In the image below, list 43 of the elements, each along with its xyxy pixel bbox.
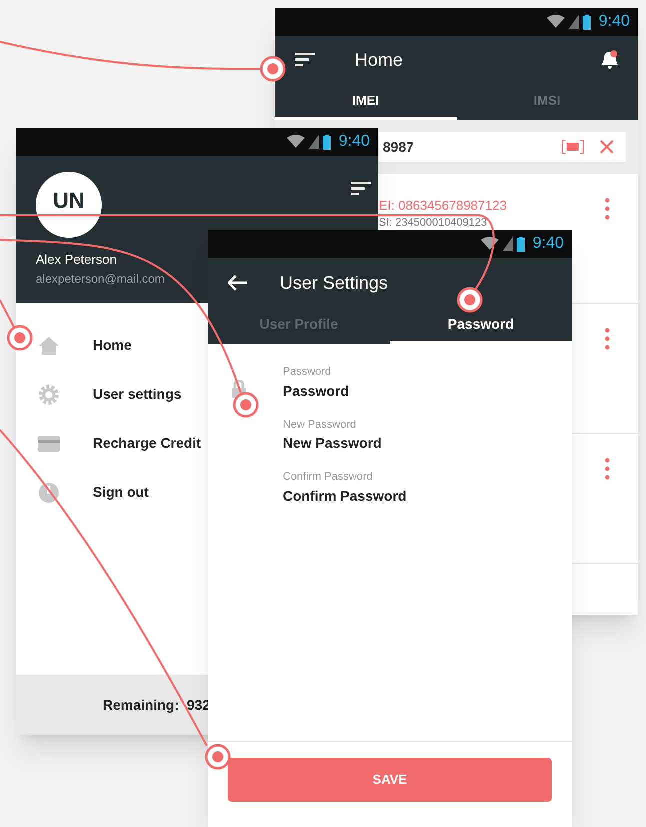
screen-title: Home bbox=[355, 48, 404, 72]
home-icon bbox=[39, 336, 59, 354]
more-icon[interactable] bbox=[605, 458, 610, 480]
wifi-icon bbox=[286, 135, 305, 149]
password-field[interactable]: Confirm Password Confirm Password bbox=[283, 469, 407, 506]
wifi-icon bbox=[480, 237, 499, 251]
battery-icon bbox=[516, 236, 525, 252]
menu-item[interactable]: Home bbox=[34, 321, 206, 370]
more-icon[interactable] bbox=[605, 198, 610, 220]
close-icon[interactable] bbox=[600, 140, 614, 154]
user-email: alexpeterson@mail.com bbox=[36, 270, 165, 288]
menu-item[interactable]: User settings bbox=[34, 370, 206, 419]
more-icon[interactable] bbox=[605, 328, 610, 350]
sort-icon[interactable] bbox=[295, 53, 315, 67]
imsi-text: SI: 234500010409123 bbox=[379, 218, 488, 229]
callout-marker bbox=[260, 56, 286, 82]
back-arrow-icon[interactable] bbox=[228, 275, 248, 291]
avatar-initials: UN bbox=[53, 190, 85, 212]
wifi-icon bbox=[546, 15, 565, 29]
signal-icon bbox=[568, 15, 579, 29]
card-icon bbox=[38, 436, 60, 452]
callout-marker bbox=[457, 287, 483, 313]
gear-icon bbox=[39, 384, 59, 404]
signal-icon bbox=[502, 237, 513, 251]
imei-text: EI: 086345678987123 bbox=[379, 198, 507, 213]
barcode-icon[interactable] bbox=[562, 140, 584, 154]
status-time: 9:40 bbox=[598, 12, 630, 32]
status-time: 9:40 bbox=[338, 132, 370, 152]
status-time: 9:40 bbox=[532, 234, 564, 254]
signal-icon bbox=[308, 135, 319, 149]
callout-marker bbox=[233, 392, 259, 418]
screen-title: User Settings bbox=[280, 272, 388, 295]
user-name: Alex Peterson bbox=[36, 251, 117, 269]
password-field[interactable]: Password Password bbox=[283, 364, 407, 402]
sort-icon[interactable] bbox=[351, 182, 371, 196]
power-icon bbox=[39, 482, 59, 502]
bell-icon[interactable] bbox=[602, 50, 618, 70]
battery-icon bbox=[322, 134, 331, 150]
search-field[interactable]: 8987 bbox=[379, 132, 626, 162]
menu-item[interactable]: Sign out bbox=[34, 468, 206, 517]
battery-icon bbox=[582, 14, 591, 30]
menu-item[interactable]: Recharge Credit bbox=[34, 419, 206, 468]
password-field[interactable]: New Password New Password bbox=[283, 416, 407, 454]
